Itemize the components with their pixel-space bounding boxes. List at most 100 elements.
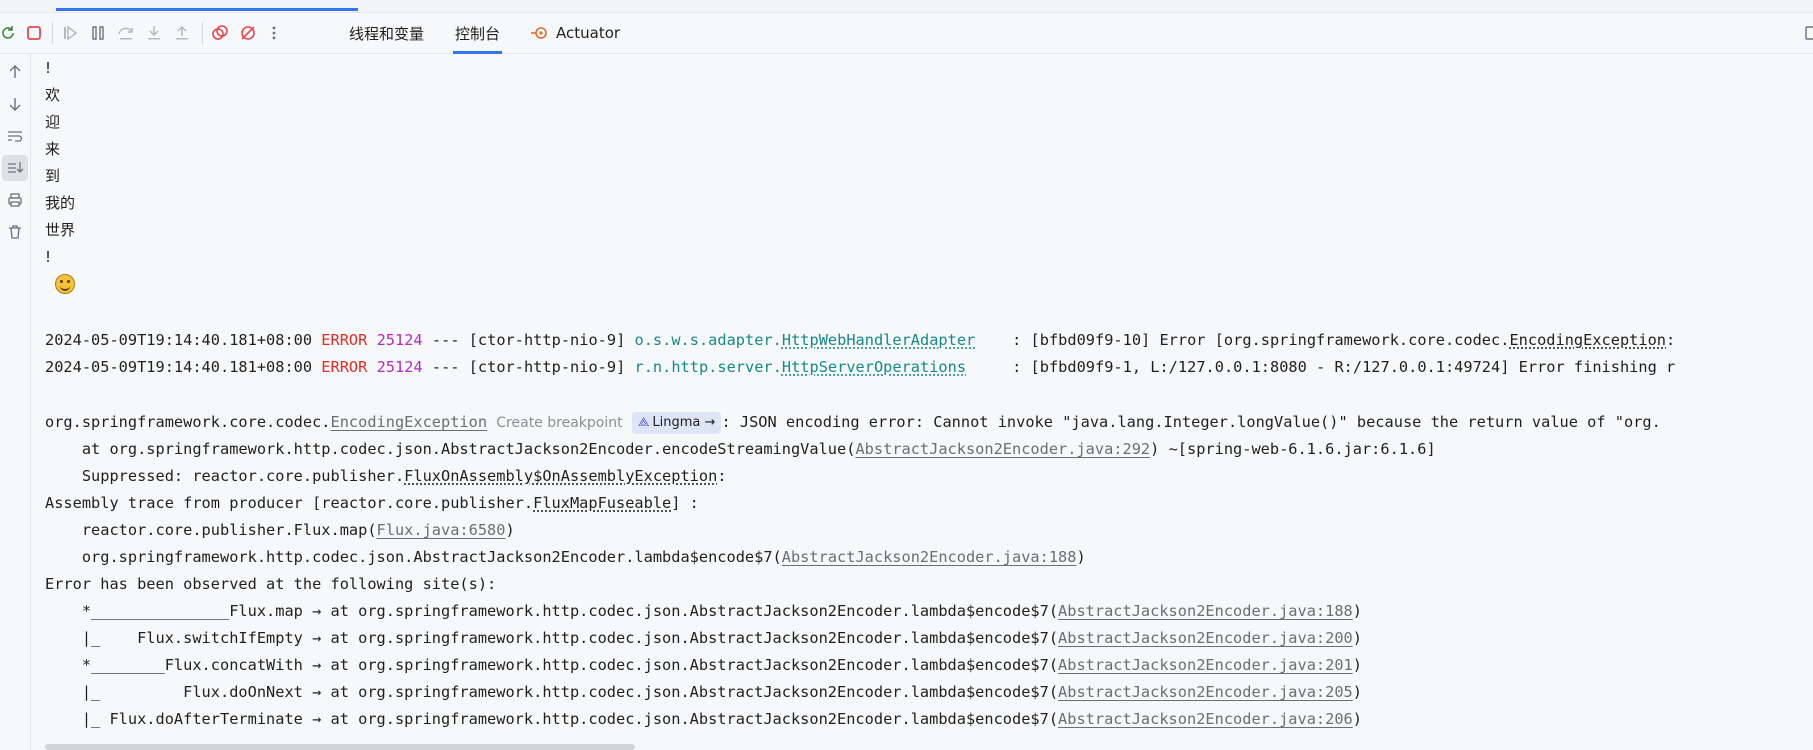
step-over-icon[interactable] — [114, 21, 138, 45]
smile-emoji-icon — [55, 274, 75, 298]
thread-name: [ctor-http-nio-9] — [468, 358, 626, 376]
stop-button[interactable] — [22, 21, 46, 45]
source-link[interactable]: AbstractJackson2Encoder.java:201 — [1058, 656, 1353, 674]
thread-name: [ctor-http-nio-9] — [468, 331, 626, 349]
separator: --- — [431, 358, 460, 376]
suppressed-line: Suppressed: reactor.core.publisher.FluxO… — [45, 464, 727, 488]
console-line: ! — [45, 248, 52, 266]
trace-suffix: ) — [1352, 710, 1362, 728]
tab-label: Actuator — [556, 24, 621, 42]
tab-label: 控制台 — [455, 24, 501, 43]
trace-suffix: : — [717, 467, 727, 485]
trace-suffix: ) — [1352, 683, 1362, 701]
console-line: 到 — [45, 167, 61, 185]
console-output[interactable]: ! 欢 迎 来 到 我的 世界 ! 2024-05-09T19:14:40.18… — [31, 54, 1813, 750]
trace-text: |_ Flux.doAfterTerminate → at org.spring… — [45, 710, 1059, 728]
lingma-icon: ⟁ — [637, 415, 650, 430]
debug-toolbar: 线程和变量 控制台 Actuator — [0, 13, 1813, 54]
view-breakpoints-icon[interactable] — [208, 21, 232, 45]
step-into-icon[interactable] — [142, 21, 166, 45]
source-link[interactable]: Flux.java:6580 — [377, 521, 506, 539]
trace-suffix: ) ~[spring-web-6.1.6.jar:6.1.6] — [1150, 440, 1436, 458]
trace-text: |_ Flux.switchIfEmpty → at org.springfra… — [45, 629, 1059, 647]
trace-text: Suppressed: reactor.core.publisher. — [45, 467, 405, 485]
tab-console[interactable]: 控制台 — [452, 13, 503, 54]
exception-line: org.springframework.core.codec.EncodingE… — [45, 410, 1661, 434]
toolbar-separator — [202, 22, 203, 44]
producer-class: FluxMapFuseable — [533, 494, 672, 512]
observed-header: Error has been observed at the following… — [45, 575, 497, 593]
active-run-tab-indicator — [56, 8, 358, 11]
toolbar-separator — [52, 22, 53, 44]
log-line-1: 2024-05-09T19:14:40.181+08:00 ERROR 2512… — [45, 328, 1675, 352]
scroll-to-end-icon[interactable] — [2, 155, 28, 181]
timestamp: 2024-05-09T19:14:40.181+08:00 — [45, 358, 313, 376]
exception-message: : JSON encoding error: Cannot invoke "ja… — [721, 413, 1661, 431]
more-options-icon[interactable] — [262, 21, 286, 45]
trace-text: reactor.core.publisher.Flux.map( — [45, 521, 377, 539]
exception-package: org.springframework.core.codec. — [45, 413, 331, 431]
observed-site-line: *________Flux.concatWith → at org.spring… — [45, 653, 1362, 677]
stack-trace-line: org.springframework.http.codec.json.Abst… — [45, 545, 1086, 569]
logger-class: HttpWebHandlerAdapter — [781, 331, 976, 349]
observed-site-line: |_ Flux.doOnNext → at org.springframewor… — [45, 680, 1362, 704]
stack-trace-line: reactor.core.publisher.Flux.map(Flux.jav… — [45, 518, 515, 542]
trace-text: at org.springframework.http.codec.json.A… — [45, 440, 856, 458]
print-icon[interactable] — [2, 187, 28, 213]
tab-threads-variables[interactable]: 线程和变量 — [349, 13, 424, 53]
trace-text: |_ Flux.doOnNext → at org.springframewor… — [45, 683, 1059, 701]
source-link[interactable]: AbstractJackson2Encoder.java:188 — [782, 548, 1077, 566]
console-side-toolbar — [0, 54, 31, 750]
mute-breakpoints-icon[interactable] — [236, 21, 260, 45]
source-link[interactable]: AbstractJackson2Encoder.java:206 — [1058, 710, 1353, 728]
trace-suffix: ) — [505, 521, 515, 539]
console-line: 我的 — [45, 194, 76, 212]
pause-icon[interactable] — [86, 21, 110, 45]
process-id: 25124 — [376, 331, 423, 349]
trace-text: Assembly trace from producer [reactor.co… — [45, 494, 534, 512]
trace-suffix: ) — [1352, 629, 1362, 647]
exception-class-link[interactable]: EncodingException — [331, 413, 488, 431]
layout-icon[interactable] — [1801, 21, 1813, 45]
observed-site-line: |_ Flux.doAfterTerminate → at org.spring… — [45, 707, 1362, 731]
source-link[interactable]: AbstractJackson2Encoder.java:188 — [1058, 602, 1353, 620]
trace-suffix: ) — [1076, 548, 1086, 566]
log-line-2: 2024-05-09T19:14:40.181+08:00 ERROR 2512… — [45, 355, 1675, 379]
actuator-icon — [530, 24, 548, 42]
logger-name[interactable]: r.n.http.server.HttpServerOperations — [635, 358, 967, 376]
logger-name[interactable]: o.s.w.s.adapter.HttpWebHandlerAdapter — [635, 331, 976, 349]
logger-package: r.n.http.server. — [634, 358, 782, 376]
observed-site-line: |_ Flux.switchIfEmpty → at org.springfra… — [45, 626, 1362, 650]
trace-suffix: ) — [1352, 602, 1362, 620]
trace-suffix: ) — [1352, 656, 1362, 674]
trace-suffix: ] : — [671, 494, 699, 512]
rerun-icon[interactable] — [0, 21, 20, 45]
tab-actuator[interactable]: Actuator — [530, 13, 620, 53]
resume-icon[interactable] — [58, 21, 82, 45]
create-breakpoint-hint[interactable]: Create breakpoint — [496, 415, 622, 431]
source-link[interactable]: AbstractJackson2Encoder.java:205 — [1058, 683, 1353, 701]
console-line: ! — [45, 59, 52, 77]
clear-all-icon[interactable] — [2, 219, 28, 245]
separator: --- — [431, 331, 460, 349]
log-message-end: : — [1666, 331, 1676, 349]
up-arrow-icon[interactable] — [2, 59, 28, 85]
source-link[interactable]: AbstractJackson2Encoder.java:292 — [855, 440, 1150, 458]
tab-label: 线程和变量 — [349, 24, 425, 43]
log-level: ERROR — [321, 358, 368, 376]
trace-text: org.springframework.http.codec.json.Abst… — [45, 548, 782, 566]
step-out-icon[interactable] — [170, 21, 194, 45]
console-line: 欢 — [45, 86, 61, 104]
horizontal-scrollbar[interactable] — [45, 744, 635, 750]
observed-site-line: *_______________Flux.map → at org.spring… — [45, 599, 1362, 623]
lingma-label: Lingma → — [652, 415, 716, 430]
run-tab-strip — [0, 0, 1813, 13]
down-arrow-icon[interactable] — [2, 91, 28, 117]
lingma-button[interactable]: ⟁ Lingma → — [631, 412, 722, 434]
trace-text: *_______________Flux.map → at org.spring… — [45, 602, 1059, 620]
console-line: 来 — [45, 140, 61, 158]
source-link[interactable]: AbstractJackson2Encoder.java:200 — [1058, 629, 1353, 647]
soft-wrap-icon[interactable] — [2, 123, 28, 149]
trace-text: *________Flux.concatWith → at org.spring… — [45, 656, 1059, 674]
log-message: : [bfbd09f9-10] Error [org.springframewo… — [1012, 331, 1510, 349]
